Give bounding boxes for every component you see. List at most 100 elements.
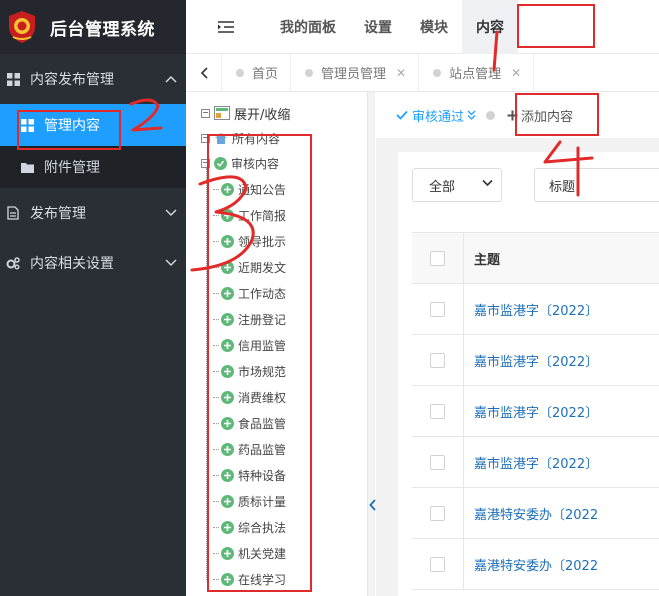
table-row[interactable]: 嘉港特安委办〔2022: [412, 538, 659, 590]
tree-node[interactable]: 领导批示: [213, 231, 286, 251]
menu-group-label: 内容发布管理: [30, 72, 114, 88]
tree-node[interactable]: 工作简报: [213, 205, 286, 225]
table-row[interactable]: 嘉港特安委办〔2022: [412, 487, 659, 539]
menu-group-content-settings[interactable]: 内容相关设置: [0, 238, 186, 288]
nav-item-modules[interactable]: 模块: [406, 0, 462, 54]
menu-group-label: 发布管理: [30, 206, 86, 222]
tree-toggle-label: 展开/收缩: [234, 107, 291, 123]
row-subject-link[interactable]: 嘉市监港字〔2022〕: [464, 402, 598, 421]
tree-node[interactable]: 市场规范: [213, 361, 286, 381]
row-checkbox[interactable]: [412, 385, 464, 437]
title-field-select[interactable]: 标题: [534, 168, 659, 202]
tree-node-label: 领导批示: [238, 234, 287, 249]
document-icon: [6, 206, 20, 220]
plus-circle-icon: [221, 442, 234, 456]
row-subject-link[interactable]: 嘉港特安委办〔2022: [464, 555, 598, 574]
table-row[interactable]: 嘉市监港字〔2022〕: [412, 436, 659, 488]
tab-admin-management[interactable]: 管理员管理 ✕: [291, 53, 420, 92]
tree-node-label: 机关党建: [238, 546, 287, 561]
menu-group-publish[interactable]: 发布管理: [0, 188, 186, 238]
tree-branch: [213, 292, 219, 294]
tree-node[interactable]: 特种设备: [213, 465, 286, 485]
tree-toggle-all[interactable]: − 展开/收缩: [201, 103, 290, 123]
nav-item-content[interactable]: 内容: [462, 0, 518, 54]
tab-dot: [433, 68, 442, 77]
add-content-button[interactable]: 添加内容: [507, 106, 573, 125]
tab-home[interactable]: 首页: [222, 53, 292, 92]
tree-node-label: 在线学习: [238, 572, 287, 587]
sidebar-item-attachments[interactable]: 附件管理: [0, 146, 186, 188]
menu-group-content-publish[interactable]: 内容发布管理: [0, 54, 186, 104]
approve-button[interactable]: 审核通过: [396, 106, 476, 125]
tree-branch: [213, 578, 219, 580]
tree-node[interactable]: 药品监管: [213, 439, 286, 459]
tree-branch: [213, 396, 219, 398]
tree-node[interactable]: 注册登记: [213, 309, 286, 329]
tree-node[interactable]: 综合执法: [213, 517, 286, 537]
tree-node-label: 注册登记: [238, 312, 287, 327]
close-icon[interactable]: ✕: [396, 66, 406, 80]
chevron-up-icon: [164, 72, 178, 86]
row-checkbox[interactable]: [412, 487, 464, 539]
tree-node-review[interactable]: − 审核内容: [201, 153, 279, 173]
chevron-down-icon: [164, 206, 178, 220]
nav-item-settings[interactable]: 设置: [350, 0, 406, 54]
row-checkbox[interactable]: [412, 436, 464, 488]
tree-node-label: 所有内容: [232, 131, 281, 146]
row-subject-link[interactable]: 嘉市监港字〔2022〕: [464, 453, 598, 472]
tree-node[interactable]: 质标计量: [213, 491, 286, 511]
sidebar-toggle-button[interactable]: [186, 0, 266, 54]
close-icon[interactable]: ✕: [511, 66, 521, 80]
tree-node[interactable]: 机关党建: [213, 543, 286, 563]
tree-branch: [213, 318, 219, 320]
tree-node-label: 综合执法: [238, 520, 287, 535]
double-chevron-down-icon: [467, 110, 476, 120]
row-subject-link[interactable]: 嘉市监港字〔2022〕: [464, 351, 598, 370]
status-select[interactable]: 全部: [412, 168, 502, 202]
plus-circle-icon: [221, 338, 234, 352]
toolbar: 审核通过 添加内容: [376, 92, 659, 138]
nav-item-dashboard[interactable]: 我的面板: [266, 0, 350, 54]
tree-node[interactable]: 信用监管: [213, 335, 286, 355]
tree-node[interactable]: 食品监管: [213, 413, 286, 433]
tree-branch: [213, 526, 219, 528]
tree-node-all[interactable]: − 所有内容: [201, 128, 280, 148]
grid-icon: [6, 72, 20, 86]
table-row[interactable]: 嘉市监港字〔2022〕: [412, 385, 659, 437]
collapse-tree-button[interactable]: [368, 497, 376, 513]
table-body: 嘉市监港字〔2022〕 嘉市监港字〔2022〕 嘉市监港字〔2022〕 嘉市监港字〔2…: [412, 283, 659, 590]
tree-node-label: 通知公告: [238, 182, 287, 197]
row-checkbox[interactable]: [412, 334, 464, 386]
plus-circle-icon: [221, 416, 234, 430]
tree-node-label: 审核内容: [231, 156, 280, 171]
table-header-subject: 主题: [474, 252, 501, 268]
table-row[interactable]: 嘉市监港字〔2022〕: [412, 283, 659, 335]
tab-scroll-left-button[interactable]: [186, 53, 222, 92]
tree-node-label: 质标计量: [238, 494, 287, 509]
sidebar-item-manage-content[interactable]: 管理内容: [0, 104, 186, 146]
tree-node-label: 药品监管: [238, 442, 287, 457]
tree-node[interactable]: 工作动态: [213, 283, 286, 303]
top-nav: 我的面板 设置 模块 内容: [186, 0, 659, 54]
tree-branch: [213, 422, 219, 424]
tree-node[interactable]: 通知公告: [213, 179, 286, 199]
row-subject-link[interactable]: 嘉市监港字〔2022〕: [464, 300, 598, 319]
plus-circle-icon: [221, 312, 234, 326]
select-all-checkbox[interactable]: [412, 232, 464, 284]
status-select-value: 全部: [429, 179, 456, 195]
content-area: 审核通过 添加内容 全部 标题 主题 嘉市监港字〔2022〕 嘉市监港字〔2022…: [376, 92, 659, 596]
plus-circle-icon: [221, 364, 234, 378]
chevron-down-icon: [482, 179, 493, 187]
row-checkbox[interactable]: [412, 538, 464, 590]
tree-node[interactable]: 消费维权: [213, 387, 286, 407]
tree-node[interactable]: 在线学习: [213, 569, 286, 589]
row-subject-link[interactable]: 嘉港特安委办〔2022: [464, 504, 598, 523]
row-checkbox[interactable]: [412, 283, 464, 335]
tree-node[interactable]: 近期发文: [213, 257, 286, 277]
plus-circle-icon: [221, 546, 234, 560]
tab-dot: [236, 68, 244, 77]
tab-site-management[interactable]: 站点管理 ✕: [419, 53, 535, 92]
table-row[interactable]: 嘉市监港字〔2022〕: [412, 334, 659, 386]
tree-branch: [213, 344, 219, 346]
tree-branch: [213, 188, 219, 190]
